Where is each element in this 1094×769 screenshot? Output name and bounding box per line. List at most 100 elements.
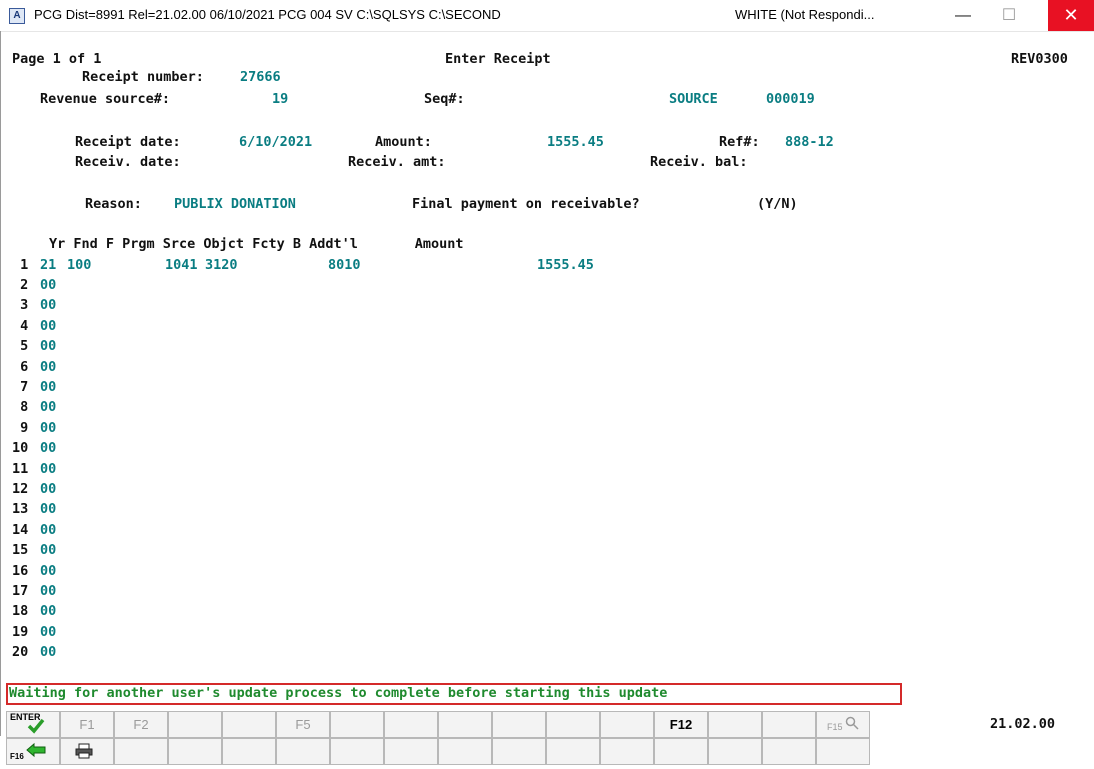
fkey-row2-3[interactable] [114,738,168,765]
row-yr-field[interactable]: 00 [40,316,56,336]
source-name: SOURCE [669,91,718,107]
enter-key-button[interactable]: ENTER [6,711,60,738]
row-yr-field[interactable]: 00 [40,479,56,499]
ref-field[interactable]: 888-12 [785,132,834,152]
receipt-number-field[interactable]: 27666 [240,67,281,87]
row-yr-field[interactable]: 00 [40,601,56,621]
row-yr-field[interactable]: 00 [40,581,56,601]
row-yr-field[interactable]: 00 [40,540,56,560]
f16-label: F16 [10,752,24,761]
reason-label: Reason: [85,196,142,212]
f2-button[interactable]: F2 [114,711,168,738]
fkey-row2-13[interactable] [654,738,708,765]
window-title: PCG Dist=8991 Rel=21.02.00 06/10/2021 PC… [34,7,501,22]
fkey-row2-16[interactable] [816,738,870,765]
print-button[interactable] [60,738,114,765]
fkey-row2-6[interactable] [276,738,330,765]
fkey-row2-5[interactable] [222,738,276,765]
row-yr-field[interactable]: 00 [40,397,56,417]
row-amount-field[interactable]: 1555.45 [537,255,594,275]
app-icon: A [9,8,25,24]
row-number: 14 [12,521,29,538]
row-number: 10 [12,440,29,457]
fkey-row2-8[interactable] [384,738,438,765]
fkey-row2-11[interactable] [546,738,600,765]
fkey-row2-15[interactable] [762,738,816,765]
row-number: 20 [12,644,29,661]
row-number: 3 [12,297,29,314]
row-number: 9 [12,419,29,436]
row-number: 8 [12,399,29,416]
row-yr-field[interactable]: 00 [40,499,56,519]
row-yr-field[interactable]: 21 [40,255,56,275]
row-number: 18 [12,603,29,620]
row-yr-field[interactable]: 00 [40,459,56,479]
row-number: 6 [12,358,29,375]
fkey-blank-11[interactable] [600,711,654,738]
row-fcty-field[interactable]: 8010 [328,255,361,275]
receipt-date-label: Receipt date: [75,134,181,150]
f15-label: F15 [827,722,843,732]
row-number: 7 [12,379,29,395]
row-yr-field[interactable]: 00 [40,275,56,295]
fkey-blank-4[interactable] [222,711,276,738]
row-yr-field[interactable]: 00 [40,336,56,356]
fkey-blank-6[interactable] [330,711,384,738]
fkey-row2-14[interactable] [708,738,762,765]
receipt-number-label: Receipt number: [82,69,204,85]
f15-button[interactable]: F15 [816,711,870,738]
reason-field[interactable]: PUBLIX DONATION [174,194,296,214]
fkey-row2-7[interactable] [330,738,384,765]
receipt-date-field[interactable]: 6/10/2021 [239,132,312,152]
f12-button[interactable]: F12 [654,711,708,738]
fkey-row2-12[interactable] [600,738,654,765]
row-number: 13 [12,501,29,518]
amount-field[interactable]: 1555.45 [547,132,604,152]
not-responding-status: WHITE (Not Respondi... [735,7,875,22]
row-yr-field[interactable]: 00 [40,295,56,315]
row-number: 5 [12,338,29,355]
source-code: 000019 [766,91,815,107]
final-payment-label: Final payment on receivable? [412,196,640,212]
row-yr-field[interactable]: 00 [40,438,56,458]
fkey-row2-4[interactable] [168,738,222,765]
row-number: 11 [12,460,29,477]
receiv-amt-label: Receiv. amt: [348,154,446,170]
f16-back-button[interactable]: F16 [6,738,60,765]
left-border [0,31,1,736]
f5-button[interactable]: F5 [276,711,330,738]
row-number: 2 [12,277,29,293]
minimize-icon[interactable]: — [940,0,986,31]
fkey-blank-9[interactable] [492,711,546,738]
fkey-row2-10[interactable] [492,738,546,765]
row-yr-field[interactable]: 00 [40,418,56,438]
f1-button[interactable]: F1 [60,711,114,738]
amount-label: Amount: [375,134,432,150]
row-yr-field[interactable]: 00 [40,377,56,397]
close-icon[interactable]: ✕ [1048,0,1094,31]
row-yr-field[interactable]: 00 [40,357,56,377]
row-yr-field[interactable]: 00 [40,520,56,540]
seq-label: Seq#: [424,91,465,107]
fkey-blank-3[interactable] [168,711,222,738]
fkey-blank-14[interactable] [762,711,816,738]
row-srce-field[interactable]: 3120 [205,255,238,275]
screen-title: Enter Receipt [445,51,551,67]
row-yr-field[interactable]: 00 [40,561,56,581]
page-indicator: Page 1 of 1 [12,51,102,67]
maximize-icon[interactable]: ☐ [986,0,1032,31]
receiv-date-label: Receiv. date: [75,154,181,170]
row-yr-field[interactable]: 00 [40,622,56,642]
revenue-source-field[interactable]: 19 [272,89,288,109]
checkmark-icon [27,718,45,734]
fkey-blank-7[interactable] [384,711,438,738]
fkey-blank-10[interactable] [546,711,600,738]
row-yr-field[interactable]: 00 [40,642,56,662]
back-arrow-icon [26,742,46,758]
fkey-blank-13[interactable] [708,711,762,738]
fkey-row2-9[interactable] [438,738,492,765]
row-prgm-field[interactable]: 1041 [165,255,198,275]
row-number: 1 [12,257,29,273]
fkey-blank-8[interactable] [438,711,492,738]
row-fnd-field[interactable]: 100 [67,255,91,275]
